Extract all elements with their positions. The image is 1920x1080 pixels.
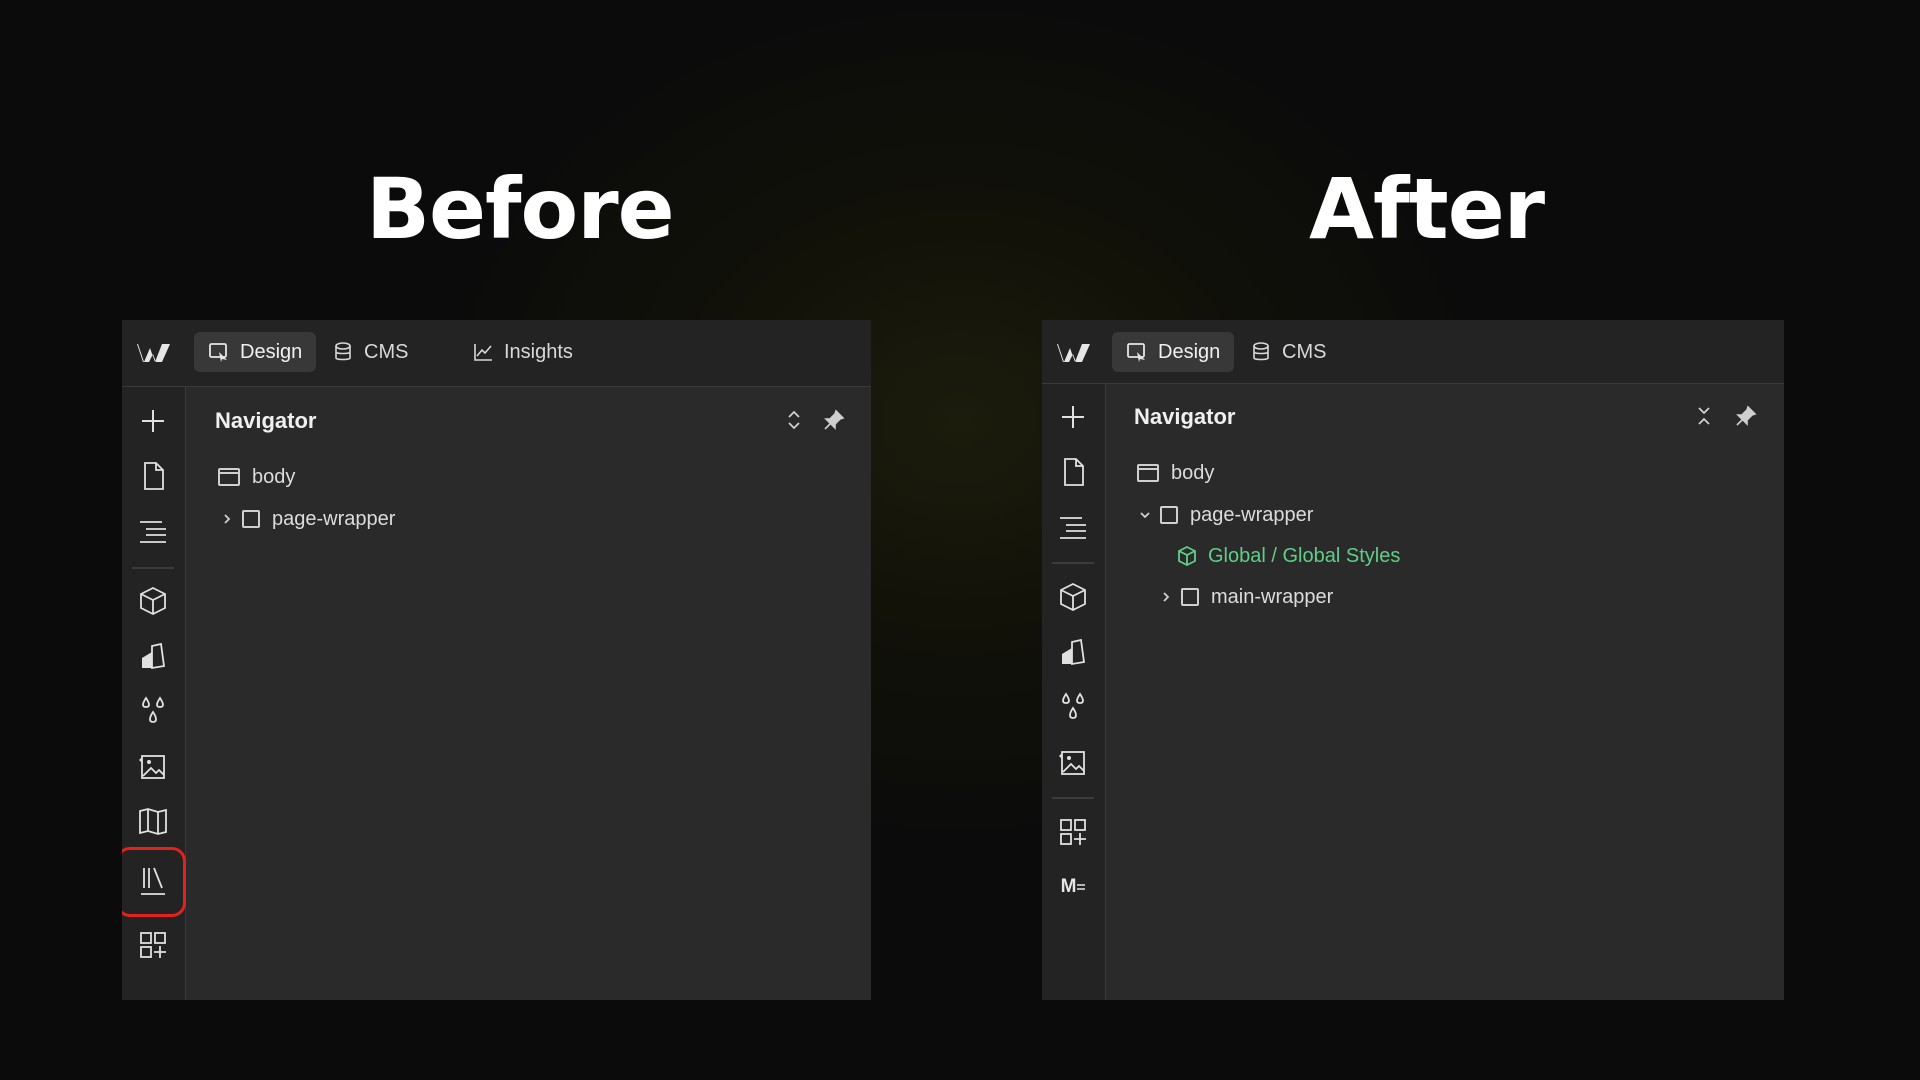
- tab-insights[interactable]: Insights: [458, 332, 587, 372]
- div-block-icon: [1160, 506, 1178, 524]
- add-elements-button[interactable]: [1055, 399, 1091, 435]
- tree-item-main-wrapper[interactable]: main-wrapper: [1159, 582, 1333, 612]
- tree-item-global-styles[interactable]: Global / Global Styles: [1176, 541, 1400, 571]
- left-toolbar: [122, 387, 186, 1000]
- top-bar: Design CMS Insights: [122, 320, 871, 387]
- tab-design[interactable]: Design: [1112, 332, 1235, 372]
- variables-button[interactable]: [135, 693, 171, 729]
- chevron-down-icon[interactable]: [1138, 508, 1152, 522]
- tree-item-body[interactable]: body: [218, 462, 295, 492]
- variables-icon: [1062, 692, 1084, 719]
- webflow-logo-icon[interactable]: [1056, 340, 1092, 366]
- navigator-button[interactable]: [1055, 509, 1091, 545]
- tree-item-body[interactable]: body: [1137, 458, 1214, 488]
- rail-divider: [1052, 562, 1094, 564]
- rail-divider: [1052, 797, 1094, 799]
- library-icon: [141, 867, 165, 895]
- tab-label: Design: [240, 340, 303, 363]
- component-icon: [1178, 545, 1196, 567]
- expand-collapse-button[interactable]: [782, 408, 806, 432]
- variables-button[interactable]: [1055, 689, 1091, 725]
- components-button[interactable]: [135, 583, 171, 619]
- chevron-right-icon[interactable]: [220, 512, 234, 526]
- tree-item-label: main-wrapper: [1211, 585, 1334, 608]
- tree-item-page-wrapper[interactable]: page-wrapper: [1138, 500, 1313, 530]
- assets-button[interactable]: [1055, 744, 1091, 780]
- top-bar: Design CMS: [1042, 320, 1784, 384]
- assets-button[interactable]: [135, 748, 171, 784]
- tree-item-label: Global / Global Styles: [1208, 544, 1401, 567]
- navigator-title: Navigator: [215, 408, 317, 433]
- database-icon: [1253, 342, 1269, 361]
- plus-icon: [142, 410, 164, 432]
- before-panel: Design CMS Insights Navigator body page-…: [122, 320, 871, 1000]
- navigator-icon: [140, 521, 166, 543]
- markdown-button[interactable]: M: [1055, 869, 1091, 905]
- components-icon: [140, 586, 166, 616]
- expand-icon: [788, 410, 800, 430]
- pages-button[interactable]: [1055, 454, 1091, 490]
- after-panel: Design CMS M Navigator body page-wrapper…: [1042, 320, 1784, 1000]
- tab-design[interactable]: Design: [194, 332, 317, 372]
- webflow-logo-icon[interactable]: [136, 340, 172, 366]
- tree-item-label: page-wrapper: [272, 507, 396, 530]
- line-chart-icon: [474, 344, 492, 361]
- cursor-select-icon: [209, 343, 227, 362]
- tab-label: Design: [1158, 340, 1221, 363]
- tree-item-label: body: [252, 465, 296, 488]
- apps-icon: [140, 932, 166, 958]
- pages-button[interactable]: [135, 458, 171, 494]
- pin-button[interactable]: [822, 408, 846, 432]
- database-icon: [335, 342, 351, 361]
- apps-icon: [1060, 819, 1086, 845]
- div-block-icon: [242, 510, 260, 528]
- components-button[interactable]: [1055, 579, 1091, 615]
- div-block-icon: [1181, 588, 1199, 606]
- rail-divider: [132, 567, 174, 569]
- chevron-right-icon[interactable]: [1159, 590, 1173, 604]
- style-selector-icon: [1062, 638, 1086, 666]
- page-icon: [1064, 458, 1084, 486]
- page-icon: [144, 462, 164, 490]
- tree-item-label: page-wrapper: [1190, 503, 1314, 526]
- book-button[interactable]: [135, 803, 171, 839]
- apps-button[interactable]: [135, 927, 171, 963]
- tree-item-label: body: [1171, 461, 1215, 484]
- markdown-icon: M: [1060, 876, 1077, 897]
- assets-icon: [139, 755, 165, 779]
- navigator-title: Navigator: [1134, 404, 1236, 429]
- tab-cms[interactable]: CMS: [318, 332, 422, 372]
- expand-collapse-button[interactable]: [1692, 404, 1716, 428]
- components-icon: [1060, 582, 1086, 612]
- cursor-select-icon: [1127, 343, 1145, 362]
- variables-icon: [142, 696, 164, 723]
- assets-icon: [1059, 751, 1085, 775]
- style-selector-icon: [142, 642, 166, 670]
- pin-icon: [1736, 405, 1757, 426]
- navigator-button[interactable]: [135, 513, 171, 549]
- equals-mark: [1077, 884, 1086, 890]
- style-selector-button[interactable]: [135, 638, 171, 674]
- libraries-button[interactable]: [135, 863, 171, 899]
- apps-button[interactable]: [1055, 814, 1091, 850]
- tab-label: CMS: [364, 340, 409, 363]
- body-icon: [1137, 464, 1159, 482]
- pin-button[interactable]: [1734, 404, 1758, 428]
- navigator-icon: [1060, 517, 1086, 539]
- pin-icon: [824, 409, 845, 430]
- after-heading: After: [1309, 160, 1545, 258]
- book-icon: [139, 808, 167, 835]
- tab-label: Insights: [504, 340, 573, 363]
- add-elements-button[interactable]: [135, 403, 171, 439]
- body-icon: [218, 468, 240, 486]
- tab-label: CMS: [1282, 340, 1327, 363]
- left-toolbar: M: [1042, 384, 1106, 1000]
- before-heading: Before: [366, 160, 675, 258]
- plus-icon: [1062, 406, 1084, 428]
- tree-item-page-wrapper[interactable]: page-wrapper: [220, 504, 395, 534]
- collapse-icon: [1698, 407, 1710, 425]
- style-selector-button[interactable]: [1055, 634, 1091, 670]
- tab-cms[interactable]: CMS: [1236, 332, 1340, 372]
